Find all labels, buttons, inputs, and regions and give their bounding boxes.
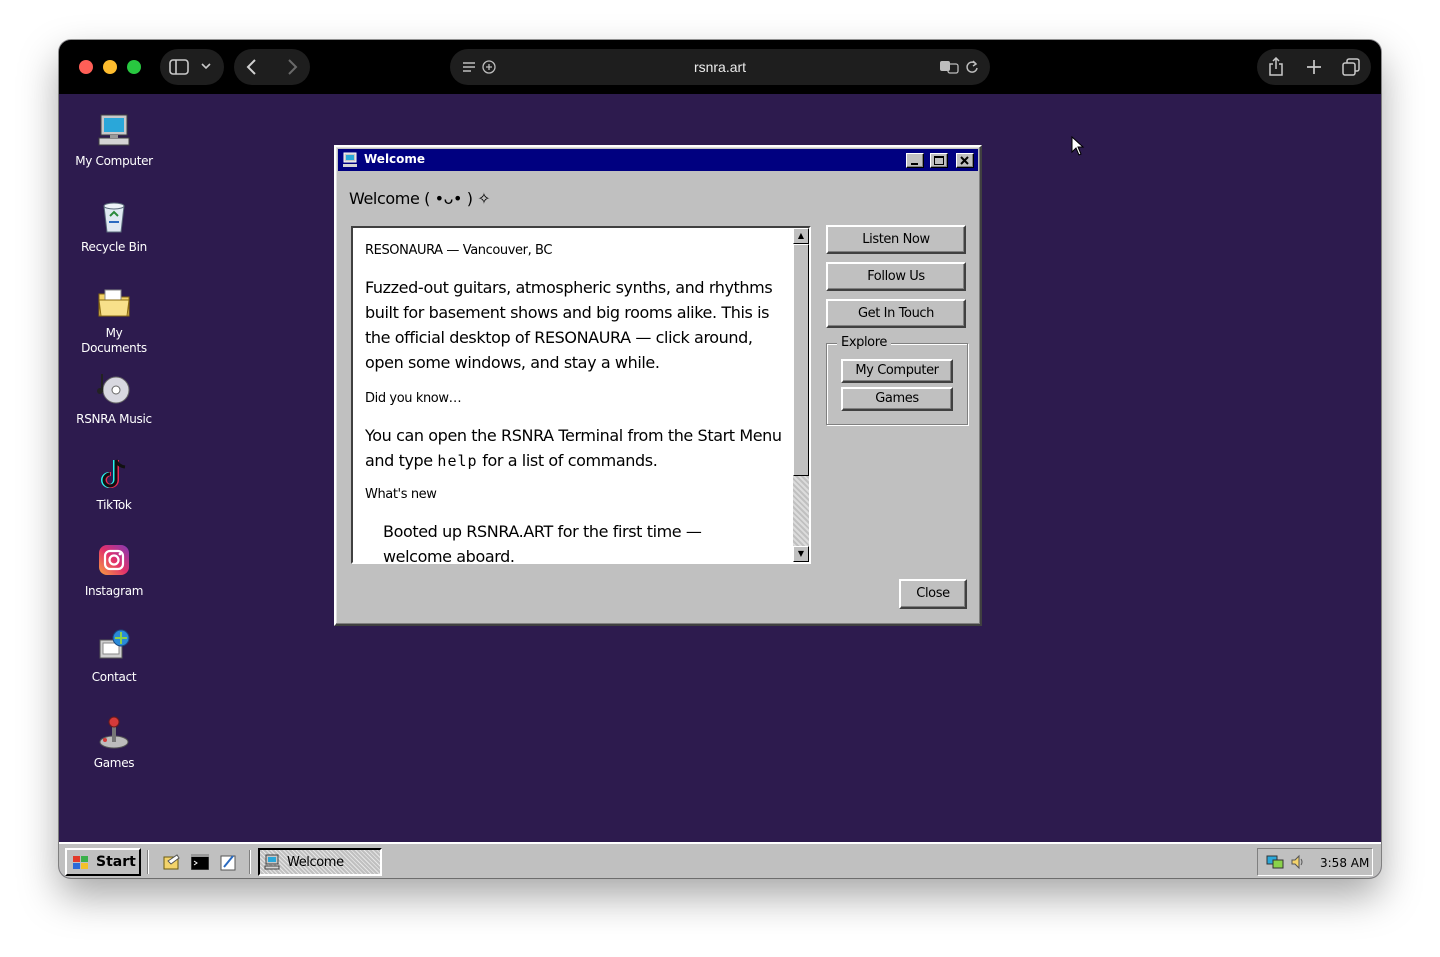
tiktok-icon [101, 459, 126, 488]
browser-window: rsnra.art My Computer Recycle Bin My Doc… [59, 40, 1381, 878]
address-bar[interactable]: rsnra.art [450, 49, 990, 85]
taskbar-separator [147, 850, 149, 874]
music-cd-icon [97, 374, 130, 404]
maximize-icon [934, 156, 944, 165]
browser-toolbar: rsnra.art [59, 40, 1381, 94]
taskbar-welcome-label: Welcome [287, 855, 344, 870]
minimize-icon [911, 163, 918, 165]
explore-group: Explore My Computer Games [826, 335, 968, 425]
terminal-icon[interactable] [191, 854, 209, 870]
title-close-button[interactable] [956, 153, 974, 168]
window-title: Welcome [364, 152, 426, 166]
news-item: Booted up RSNRA.ART for the first time —… [383, 522, 702, 564]
desktop-icon-rsnra-music[interactable]: RSNRA Music [59, 370, 169, 427]
tab-overview-icon[interactable] [1342, 58, 1360, 76]
translate-icon[interactable] [939, 60, 959, 74]
tip-paragraph: You can open the RSNRA Terminal from the… [365, 426, 782, 470]
intro-paragraph: Fuzzed-out guitars, atmospheric synths, … [365, 278, 773, 372]
joystick-icon [99, 716, 129, 749]
forward-arrow-icon[interactable] [286, 59, 298, 75]
sidebar-toggle-group[interactable] [160, 49, 224, 85]
reload-icon[interactable] [965, 59, 979, 75]
maximize-button[interactable] [930, 153, 948, 168]
whats-new-label: What's new [365, 487, 437, 502]
window-heading: Welcome ( •ᴗ• ) ✧ [349, 189, 491, 208]
taskbar: Start Welcome 3:58 AM [59, 842, 1381, 878]
notepad-icon[interactable] [219, 853, 237, 871]
listen-now-button[interactable]: Listen Now [826, 225, 966, 254]
url-text[interactable]: rsnra.art [450, 59, 990, 75]
desktop-icon-recycle-bin[interactable]: Recycle Bin [59, 198, 169, 255]
scroll-up-button[interactable]: ▲ [793, 228, 809, 244]
share-icon[interactable] [1268, 57, 1284, 77]
instagram-icon [99, 545, 129, 575]
recycle-bin-icon [103, 202, 125, 233]
desktop-icon-games[interactable]: Games [59, 714, 169, 771]
mouse-cursor-icon [1071, 136, 1085, 156]
close-icon [960, 156, 969, 165]
contact-icon [99, 629, 130, 659]
computer-icon [98, 114, 130, 146]
clock: 3:58 AM [1320, 856, 1370, 870]
chevron-down-icon[interactable] [201, 63, 211, 71]
desktop-icon-my-computer[interactable]: My Computer [59, 112, 169, 169]
vertical-scrollbar[interactable]: ▲ ▼ [793, 228, 809, 562]
follow-us-button[interactable]: Follow Us [826, 262, 966, 291]
minimize-window-button[interactable] [103, 60, 117, 74]
start-button[interactable]: Start [65, 848, 141, 876]
computer-icon [264, 854, 280, 870]
welcome-content[interactable]: RESONAURA — Vancouver, BC Fuzzed-out gui… [351, 226, 811, 564]
network-icon[interactable] [1266, 854, 1284, 870]
welcome-window: Welcome Welcome ( •ᴗ• ) ✧ RESONAURA — Va… [334, 145, 982, 626]
sidebar-icon[interactable] [169, 59, 189, 75]
taskbar-separator [249, 850, 251, 874]
scroll-thumb[interactable] [793, 244, 809, 476]
history-nav-group [234, 49, 310, 85]
desktop-icon-tiktok[interactable]: TikTok [59, 456, 169, 513]
windows-logo-icon [73, 856, 88, 869]
desktop-icon-contact[interactable]: Contact [59, 628, 169, 685]
folder-icon [98, 289, 130, 317]
get-in-touch-button[interactable]: Get In Touch [826, 299, 966, 328]
close-window-button[interactable] [79, 60, 93, 74]
window-title-bar[interactable]: Welcome [338, 149, 978, 171]
system-tray: 3:58 AM [1257, 848, 1373, 876]
location-line: RESONAURA — Vancouver, BC [365, 243, 553, 258]
help-command: help [437, 452, 478, 470]
scroll-down-button[interactable]: ▼ [793, 546, 809, 562]
desktop-icon-my-documents[interactable]: My Documents [59, 284, 169, 356]
explore-games-button[interactable]: Games [841, 387, 953, 411]
explore-legend: Explore [837, 335, 891, 350]
back-arrow-icon[interactable] [246, 59, 258, 75]
did-you-know-label: Did you know… [365, 391, 462, 406]
start-label: Start [96, 854, 136, 870]
taskbar-welcome-button[interactable]: Welcome [258, 848, 382, 876]
new-tab-icon[interactable] [1306, 59, 1322, 75]
zoom-window-button[interactable] [127, 60, 141, 74]
volume-icon[interactable] [1290, 854, 1306, 870]
show-desktop-icon[interactable] [163, 853, 181, 871]
explore-my-computer-button[interactable]: My Computer [841, 359, 953, 383]
close-button[interactable]: Close [899, 579, 967, 609]
minimize-button[interactable] [906, 153, 924, 168]
computer-icon [343, 152, 357, 167]
browser-actions-group [1257, 49, 1371, 85]
desktop-icon-instagram[interactable]: Instagram [59, 542, 169, 599]
